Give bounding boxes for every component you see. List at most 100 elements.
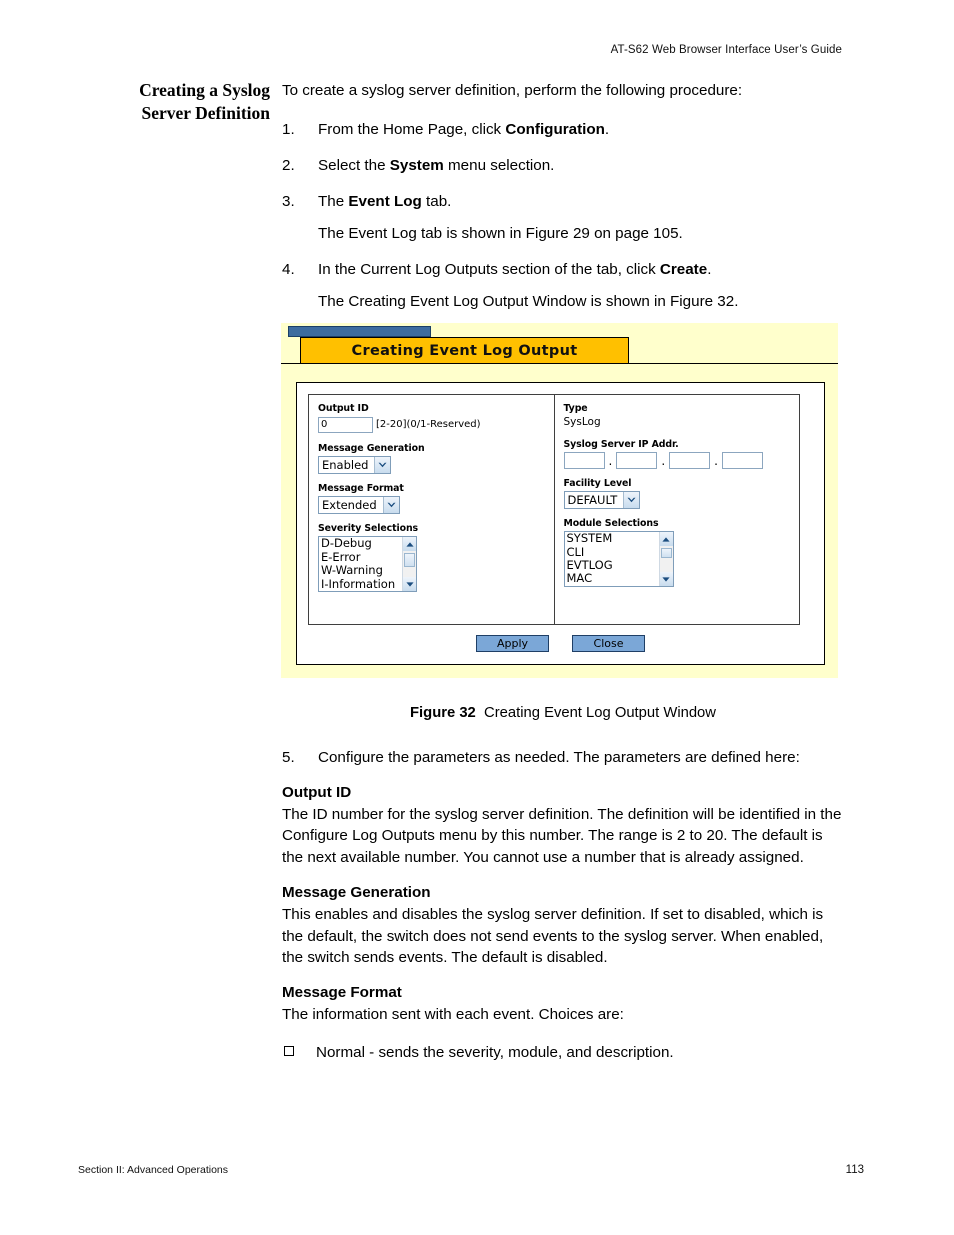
step-1-number: 1. — [282, 121, 295, 138]
bullet-normal: Normal - sends the severity, module, and… — [282, 1042, 844, 1064]
ip-separator: . — [608, 454, 613, 468]
step-5-text: Configure the parameters as needed. The … — [318, 749, 800, 766]
message-format-label: Message Format — [318, 483, 404, 495]
figure-caption-number: Figure 32 — [410, 705, 476, 721]
list-item[interactable]: CLI — [565, 545, 673, 559]
side-heading-line-1: Creating a Syslog — [139, 80, 270, 100]
ip-separator: . — [661, 454, 666, 468]
tab-creating-event-log-output[interactable]: Creating Event Log Output — [300, 337, 629, 364]
message-generation-label: Message Generation — [318, 443, 425, 454]
module-listbox-scrollbar[interactable] — [658, 532, 673, 587]
param-message-format-text: The information sent with each event. Ch… — [282, 1005, 624, 1023]
step-5-number: 5. — [282, 749, 295, 766]
message-generation-value: Enabled — [322, 458, 369, 472]
chevron-down-icon — [382, 497, 399, 514]
step-4-post: . — [707, 261, 712, 278]
param-output-id: Output ID The ID number for the syslog s… — [282, 782, 844, 869]
step-1-pre: From the Home Page, click — [318, 121, 506, 138]
field-module-selections: Module Selections SYSTEM CLI EVTLOG MAC — [563, 518, 800, 588]
list-item[interactable]: EVTLOG — [565, 558, 673, 572]
message-generation-select[interactable]: Enabled — [318, 456, 392, 474]
field-severity-selections: Severity Selections D-Debug E-Error W-Wa… — [318, 523, 554, 593]
intro-paragraph: To create a syslog server definition, pe… — [282, 82, 743, 99]
side-heading-line-2: Server Definition — [141, 103, 270, 123]
step-2-bold: System — [389, 157, 444, 174]
scroll-up-icon[interactable] — [403, 537, 416, 552]
severity-listbox-scrollbar[interactable] — [402, 537, 416, 592]
scrollbar-thumb[interactable] — [404, 553, 415, 568]
step-2-number: 2. — [282, 157, 295, 174]
ip-octet-1-input[interactable] — [563, 452, 605, 469]
severity-selections-listbox[interactable]: D-Debug E-Error W-Warning I-Information — [318, 536, 417, 593]
form-column-left: Output ID 0 [2-20](0/1-Reserved) Message … — [309, 395, 555, 624]
footer-section-label: Section II: Advanced Operations — [78, 1164, 229, 1176]
facility-level-select[interactable]: DEFAULT — [563, 491, 641, 509]
step-4-pre: In the Current Log Outputs section of th… — [318, 261, 660, 278]
figure-caption: Figure 32 Creating Event Log Output Wind… — [282, 705, 844, 721]
lower-body-column: 5. Configure the parameters as needed. Th… — [282, 747, 844, 1064]
step-1-bold: Configuration — [505, 121, 605, 138]
message-format-select[interactable]: Extended — [318, 496, 400, 515]
step-3-post: tab. — [421, 193, 452, 210]
facility-level-label: Facility Level — [563, 478, 632, 489]
scroll-down-icon[interactable] — [659, 572, 673, 587]
param-message-generation-title: Message Generation — [282, 883, 431, 901]
step-3: 3. The Event Log tab. The Event Log tab i… — [282, 191, 844, 244]
ip-octet-3-input[interactable] — [669, 452, 711, 469]
field-facility-level: Facility Level DEFAULT — [563, 478, 800, 509]
document-page: AT-S62 Web Browser Interface User’s Guid… — [0, 0, 954, 1235]
param-output-id-title: Output ID — [282, 783, 352, 801]
step-4-number: 4. — [282, 261, 295, 278]
module-options: SYSTEM CLI EVTLOG MAC — [565, 532, 673, 586]
scroll-up-icon[interactable] — [659, 532, 673, 547]
ip-separator: . — [714, 454, 718, 468]
severity-selections-label: Severity Selections — [318, 523, 419, 535]
running-head: AT-S62 Web Browser Interface User’s Guid… — [610, 44, 842, 56]
step-1-post: . — [604, 121, 610, 138]
dialog-button-row: Apply Close — [297, 635, 824, 652]
scrollbar-thumb[interactable] — [660, 548, 672, 559]
form-column-right: Type SysLog Syslog Server IP Addr. . . . — [555, 395, 800, 624]
step-3-substep: The Event Log tab is shown in Figure 29 … — [318, 225, 683, 242]
footer-page-number: 113 — [845, 1164, 864, 1176]
bullet-normal-text: Normal - sends the severity, module, and… — [316, 1043, 674, 1061]
step-2-post: menu selection. — [443, 157, 555, 174]
ip-octet-2-input[interactable] — [616, 452, 658, 469]
window-title-bar — [288, 326, 431, 337]
dialog-panel: Output ID 0 [2-20](0/1-Reserved) Message … — [296, 382, 825, 665]
figure-32-image: Creating Event Log Output Output ID 0 [2-… — [281, 323, 838, 678]
checkbox-bullet-icon — [284, 1045, 294, 1056]
step-4-substep: The Creating Event Log Output Window is … — [318, 293, 739, 310]
field-type: Type SysLog — [564, 403, 800, 428]
field-message-generation: Message Generation Enabled — [318, 443, 554, 474]
param-message-generation-text: This enables and disables the syslog ser… — [282, 905, 824, 967]
type-label: Type — [563, 403, 588, 414]
module-selections-label: Module Selections — [563, 518, 659, 530]
ip-address-row: . . . — [563, 452, 800, 469]
scroll-down-icon[interactable] — [403, 577, 416, 592]
output-id-input[interactable]: 0 — [318, 416, 373, 433]
step-1: 1. From the Home Page, click Configuratio… — [282, 119, 844, 140]
body-column: To create a syslog server definition, pe… — [282, 80, 844, 327]
list-item[interactable]: SYSTEM — [565, 532, 673, 545]
param-message-format-title: Message Format — [282, 984, 402, 1002]
module-selections-listbox[interactable]: SYSTEM CLI EVTLOG MAC — [563, 531, 674, 588]
field-message-format: Message Format Extended — [318, 483, 554, 515]
ip-octet-4-input[interactable] — [721, 452, 763, 469]
apply-button[interactable]: Apply — [476, 635, 549, 652]
step-4: 4. In the Current Log Outputs section of … — [282, 259, 844, 312]
param-message-generation: Message Generation This enables and disa… — [282, 882, 844, 969]
param-message-format: Message Format The information sent with… — [282, 982, 844, 1026]
message-format-value: Extended — [322, 498, 377, 513]
procedure-steps: 1. From the Home Page, click Configuratio… — [282, 119, 844, 312]
close-button[interactable]: Close — [572, 635, 645, 652]
output-id-label: Output ID — [318, 403, 369, 414]
step-2: 2. Select the System menu selection. — [282, 155, 844, 176]
step-3-pre: The — [318, 193, 349, 210]
field-output-id: Output ID 0 [2-20](0/1-Reserved) — [318, 403, 554, 434]
step-3-number: 3. — [282, 193, 295, 210]
output-id-hint: [2-20](0/1-Reserved) — [376, 419, 481, 431]
figure-caption-text: Creating Event Log Output Window — [484, 705, 716, 721]
list-item[interactable]: MAC — [565, 572, 673, 586]
step-4-bold: Create — [659, 261, 708, 278]
